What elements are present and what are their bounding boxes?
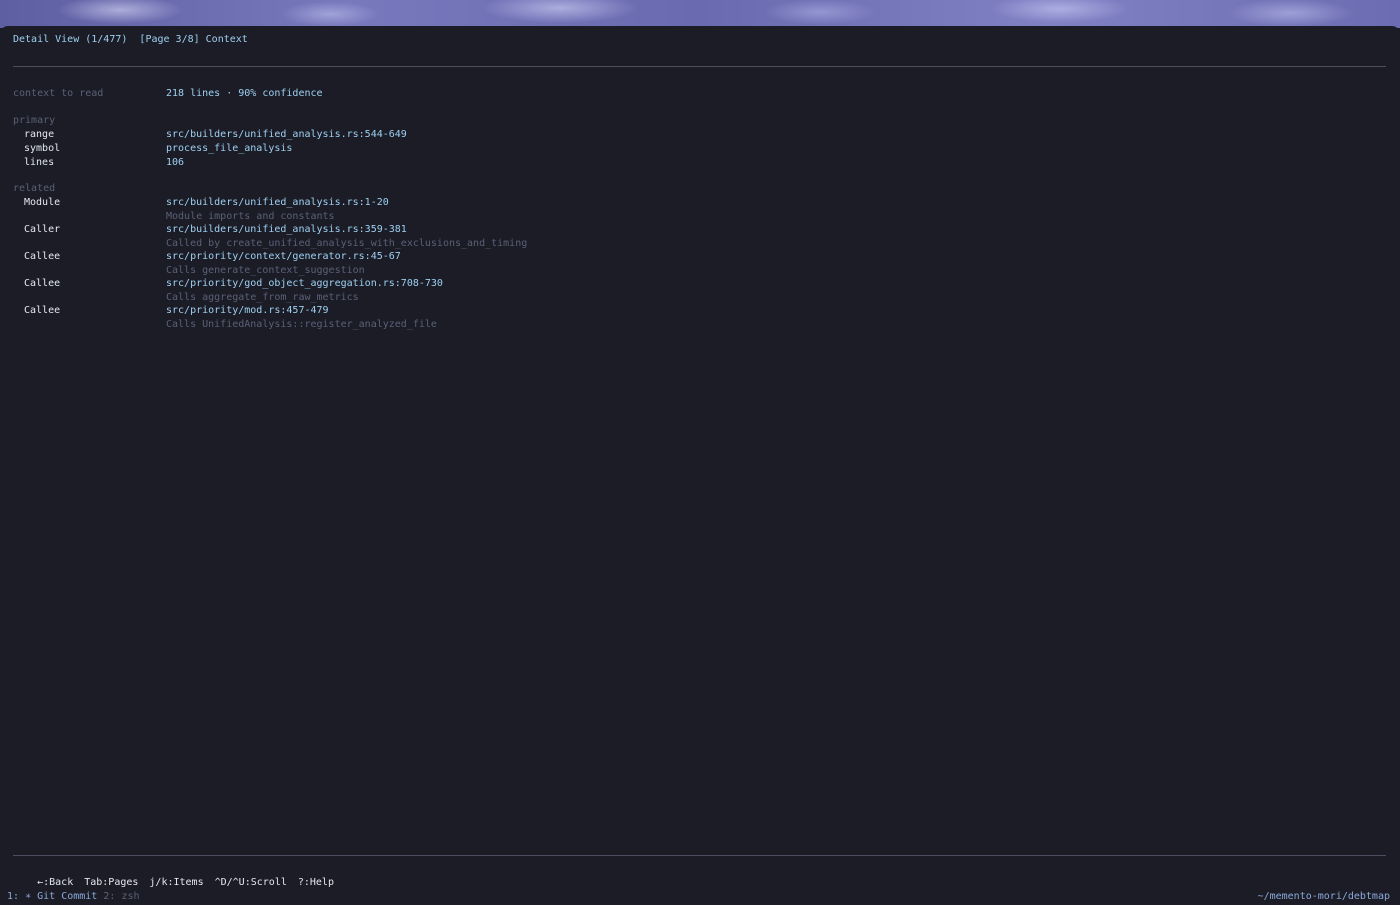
context-summary-label: context to read	[13, 88, 104, 99]
back-key-hint[interactable]: ←:Back	[37, 877, 73, 888]
related-item-path[interactable]: src/priority/context/generator.rs:45-67	[166, 250, 401, 263]
keybinding-hints: ←:Back Tab:Pages j/k:Items ^D/^U:Scroll ?:He…	[13, 863, 345, 888]
window-1-tab[interactable]: ∗ Git Commit	[25, 891, 97, 902]
related-item-description: Module imports and constants	[166, 211, 335, 222]
view-title: Detail View (1/477) [Page 3/8] Context	[13, 34, 248, 45]
current-path: ~/memento-mori/debtmap	[1257, 891, 1390, 902]
related-item-description: Calls aggregate_from_raw_metrics	[166, 292, 359, 303]
context-summary-value: 218 lines · 90% confidence	[166, 88, 323, 99]
related-item-label: Callee	[24, 305, 61, 316]
pages-key-hint[interactable]: Tab:Pages	[84, 877, 138, 888]
tmux-status-bar: 1: ∗ Git Commit 2: zsh ~/memento-mori/de…	[0, 890, 1400, 905]
related-item-path[interactable]: src/priority/mod.rs:457-479	[166, 304, 329, 317]
primary-symbol-value: process_file_analysis	[166, 143, 293, 154]
primary-symbol-label: symbol	[24, 143, 61, 154]
related-heading: related	[13, 183, 56, 194]
items-key-hint[interactable]: j/k:Items	[149, 877, 203, 888]
window-1-index: 1:	[7, 891, 20, 902]
primary-lines-label: lines	[24, 157, 55, 168]
help-key-hint[interactable]: ?:Help	[298, 877, 334, 888]
primary-range-value[interactable]: src/builders/unified_analysis.rs:544-649	[166, 128, 407, 141]
primary-heading: primary	[13, 115, 56, 126]
related-item-description: Called by create_unified_analysis_with_e…	[166, 238, 528, 249]
terminal-window: Detail View (1/477) [Page 3/8] Context c…	[0, 26, 1400, 905]
related-item-label: Callee	[24, 251, 61, 262]
related-item-path[interactable]: src/builders/unified_analysis.rs:359-381	[166, 223, 407, 236]
footer-divider	[13, 855, 1386, 856]
related-item-label: Callee	[24, 278, 61, 289]
primary-range-label: range	[24, 129, 55, 140]
related-item-label: Caller	[24, 224, 61, 235]
related-item-label: Module	[24, 197, 61, 208]
related-item-path[interactable]: src/priority/god_object_aggregation.rs:7…	[166, 277, 443, 290]
window-2-index: 2:	[103, 891, 116, 902]
scroll-key-hint[interactable]: ^D/^U:Scroll	[215, 877, 287, 888]
desktop-wallpaper	[0, 0, 1400, 28]
window-2-tab[interactable]: zsh	[121, 891, 139, 902]
related-item-path[interactable]: src/builders/unified_analysis.rs:1-20	[166, 196, 389, 209]
related-item-description: Calls generate_context_suggestion	[166, 265, 365, 276]
primary-lines-value: 106	[166, 157, 185, 168]
related-item-description: Calls UnifiedAnalysis::register_analyzed…	[166, 319, 437, 330]
header-divider	[13, 66, 1386, 67]
tmux-window-list: 1: ∗ Git Commit 2: zsh	[7, 891, 140, 902]
